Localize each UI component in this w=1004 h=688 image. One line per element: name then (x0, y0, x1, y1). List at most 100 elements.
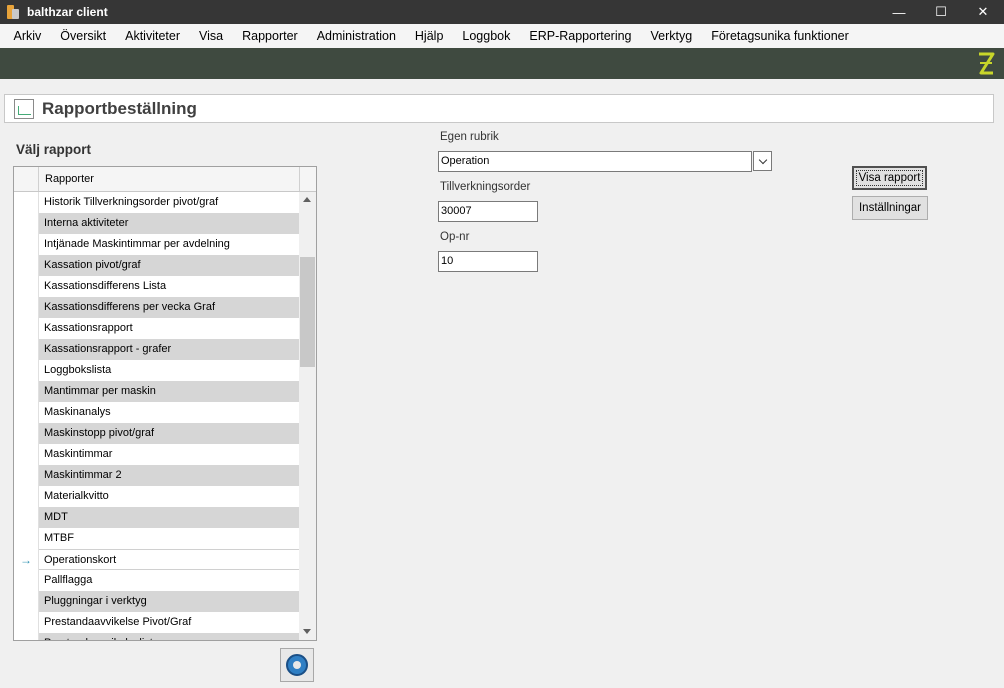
row-header[interactable] (14, 213, 39, 234)
table-row[interactable]: Pallflagga (14, 570, 299, 591)
report-name-cell[interactable]: Maskintimmar 2 (39, 465, 299, 486)
table-row[interactable]: Maskinstopp pivot/graf (14, 423, 299, 444)
menu-administration[interactable]: Administration (307, 29, 405, 43)
current-row-arrow-icon[interactable]: → (14, 549, 39, 570)
menu-oversikt[interactable]: Översikt (51, 29, 116, 43)
table-row[interactable]: Intjänade Maskintimmar per avdelning (14, 234, 299, 255)
grid-vertical-scrollbar[interactable] (299, 192, 316, 640)
report-name-cell[interactable]: Maskintimmar (39, 444, 299, 465)
table-row[interactable]: Interna aktiviteter (14, 213, 299, 234)
table-row[interactable]: Kassation pivot/graf (14, 255, 299, 276)
report-name-cell[interactable]: Pallflagga (39, 570, 299, 591)
report-name-cell[interactable]: Interna aktiviteter (39, 213, 299, 234)
refresh-button[interactable] (280, 648, 314, 682)
scroll-down-icon[interactable] (303, 629, 311, 634)
tillverkningsorder-label: Tillverkningsorder (440, 181, 531, 193)
row-header[interactable] (14, 276, 39, 297)
maximize-icon[interactable]: ☐ (920, 0, 962, 24)
egen-rubrik-dropdown-button[interactable] (753, 151, 772, 171)
tillverkningsorder-input[interactable]: 30007 (438, 201, 538, 222)
row-header[interactable] (14, 402, 39, 423)
minimize-icon[interactable]: — (878, 0, 920, 24)
row-header[interactable] (14, 297, 39, 318)
row-header[interactable] (14, 192, 39, 213)
row-header[interactable] (14, 381, 39, 402)
table-row[interactable]: MDT (14, 507, 299, 528)
egen-rubrik-input[interactable]: Operation (438, 151, 752, 172)
row-header[interactable] (14, 591, 39, 612)
column-header-rapporter[interactable]: Rapporter (45, 173, 94, 185)
table-row[interactable]: Loggbokslista (14, 360, 299, 381)
menu-visa[interactable]: Visa (190, 29, 233, 43)
row-header[interactable] (14, 255, 39, 276)
scroll-thumb[interactable] (300, 257, 315, 367)
row-header[interactable] (14, 318, 39, 339)
report-name-cell[interactable]: Kassationsrapport - grafer (39, 339, 299, 360)
table-row[interactable]: → Operationskort (14, 549, 299, 570)
table-row[interactable]: Mantimmar per maskin (14, 381, 299, 402)
row-header[interactable] (14, 360, 39, 381)
scrollbar-header-corner (299, 167, 316, 191)
menu-loggbok[interactable]: Loggbok (453, 29, 520, 43)
report-name-cell[interactable]: Prestandaavvikelse Pivot/Graf (39, 612, 299, 633)
report-name-cell[interactable]: Operationskort (39, 549, 299, 570)
report-name-cell[interactable]: MTBF (39, 528, 299, 549)
row-header[interactable] (14, 444, 39, 465)
table-row[interactable]: Maskinanalys (14, 402, 299, 423)
menu-verktyg[interactable]: Verktyg (641, 29, 702, 43)
report-name-cell[interactable]: Kassation pivot/graf (39, 255, 299, 276)
row-header[interactable] (14, 486, 39, 507)
visa-rapport-button[interactable]: Visa rapport (852, 166, 927, 190)
grid-rows: Historik Tillverkningsorder pivot/graf In… (14, 192, 299, 640)
report-name-cell[interactable]: Maskinstopp pivot/graf (39, 423, 299, 444)
balthzar-logo-icon (979, 52, 995, 75)
report-name-cell[interactable]: Maskinanalys (39, 402, 299, 423)
menu-rapporter[interactable]: Rapporter (233, 29, 308, 43)
menu-aktiviteter[interactable]: Aktiviteter (116, 29, 190, 43)
opnr-label: Op-nr (440, 231, 470, 243)
row-header[interactable] (14, 339, 39, 360)
table-row[interactable]: Materialkvitto (14, 486, 299, 507)
menu-hjalp[interactable]: Hjälp (405, 29, 453, 43)
table-row[interactable]: Kassationsrapport (14, 318, 299, 339)
row-header[interactable] (14, 234, 39, 255)
row-header[interactable] (14, 465, 39, 486)
table-row[interactable]: Pluggningar i verktyg (14, 591, 299, 612)
table-row[interactable]: Kassationsdifferens Lista (14, 276, 299, 297)
table-row[interactable]: Maskintimmar 2 (14, 465, 299, 486)
table-row[interactable]: Kassationsrapport - grafer (14, 339, 299, 360)
row-header[interactable] (14, 423, 39, 444)
menu-bar: Arkiv Översikt Aktiviteter Visa Rapporte… (0, 24, 1004, 48)
report-name-cell[interactable]: Prestandaavvikelselista (39, 633, 299, 640)
report-name-cell[interactable]: Kassationsdifferens Lista (39, 276, 299, 297)
menu-erp-rapportering[interactable]: ERP-Rapportering (520, 29, 641, 43)
menu-foretagsunika-funktioner[interactable]: Företagsunika funktioner (702, 29, 859, 43)
table-row[interactable]: Prestandaavvikelselista (14, 633, 299, 640)
report-name-cell[interactable]: MDT (39, 507, 299, 528)
row-header[interactable] (14, 633, 39, 640)
row-header[interactable] (14, 570, 39, 591)
report-name-cell[interactable]: Loggbokslista (39, 360, 299, 381)
window-controls: — ☐ ✕ (878, 0, 1004, 24)
report-name-cell[interactable]: Materialkvitto (39, 486, 299, 507)
opnr-input[interactable]: 10 (438, 251, 538, 272)
report-name-cell[interactable]: Pluggningar i verktyg (39, 591, 299, 612)
report-name-cell[interactable]: Intjänade Maskintimmar per avdelning (39, 234, 299, 255)
menu-arkiv[interactable]: Arkiv (4, 29, 51, 43)
table-row[interactable]: Historik Tillverkningsorder pivot/graf (14, 192, 299, 213)
table-row[interactable]: Maskintimmar (14, 444, 299, 465)
close-icon[interactable]: ✕ (962, 0, 1004, 24)
report-name-cell[interactable]: Kassationsdifferens per vecka Graf (39, 297, 299, 318)
table-row[interactable]: MTBF (14, 528, 299, 549)
report-name-cell[interactable]: Kassationsrapport (39, 318, 299, 339)
table-row[interactable]: Kassationsdifferens per vecka Graf (14, 297, 299, 318)
row-header[interactable] (14, 507, 39, 528)
scroll-up-icon[interactable] (303, 197, 311, 202)
grid-header: Rapporter (14, 167, 316, 192)
report-name-cell[interactable]: Mantimmar per maskin (39, 381, 299, 402)
row-header[interactable] (14, 528, 39, 549)
report-name-cell[interactable]: Historik Tillverkningsorder pivot/graf (39, 192, 299, 213)
installningar-button[interactable]: Inställningar (852, 196, 928, 220)
row-header[interactable] (14, 612, 39, 633)
table-row[interactable]: Prestandaavvikelse Pivot/Graf (14, 612, 299, 633)
